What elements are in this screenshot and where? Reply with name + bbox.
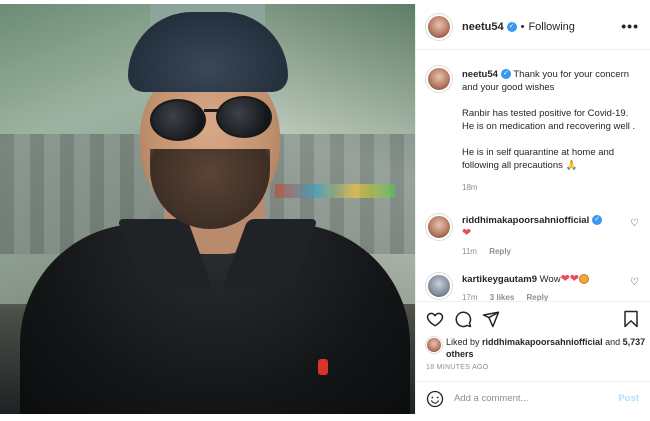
photo-sunglasses-bridge xyxy=(204,109,218,112)
comment-likes[interactable]: 3 likes xyxy=(490,293,514,301)
heart-icon[interactable] xyxy=(426,310,444,328)
author-username[interactable]: neetu54 xyxy=(462,21,504,33)
share-icon[interactable] xyxy=(482,310,500,328)
commenter-username[interactable]: riddhimakapoorsahniofficial xyxy=(462,215,589,226)
photo-sunglasses-left xyxy=(150,99,206,141)
photo-cap xyxy=(128,12,288,92)
author-avatar[interactable] xyxy=(426,13,452,40)
comment-text: Wow xyxy=(539,274,561,285)
comment-text: ❤ xyxy=(462,227,472,239)
post-timestamp[interactable]: 18 MINUTES AGO xyxy=(426,364,489,371)
folded-hands-emoji-icon: 🙏 xyxy=(565,160,578,171)
caption-line-3: He is in self quarantine at home and fol… xyxy=(462,147,615,171)
commenter-username[interactable]: kartikeygautam9 xyxy=(462,274,537,285)
caption-author[interactable]: neetu54 xyxy=(462,69,498,80)
comment-like-heart-icon[interactable]: ♡ xyxy=(630,218,639,229)
red-heart-icon: ❤ xyxy=(560,273,570,285)
post-header: neetu54 ✓ • Following ••• xyxy=(416,4,650,50)
commenter-avatar[interactable] xyxy=(426,273,452,299)
caption-line-2: Ranbir has tested positive for Covid-19.… xyxy=(462,108,636,132)
comment-input[interactable]: Add a comment... xyxy=(454,393,528,404)
smiley-face-icon xyxy=(579,274,590,285)
post-actions xyxy=(416,301,650,337)
verified-icon: ✓ xyxy=(500,69,511,80)
photo-shirt-logo xyxy=(318,359,328,375)
post-comment-button[interactable]: Post xyxy=(618,393,639,404)
comment-like-heart-icon[interactable]: ♡ xyxy=(630,277,639,288)
comment-icon[interactable] xyxy=(454,310,472,328)
comment-time: 11m xyxy=(462,247,477,256)
comments-list[interactable]: neetu54 ✓ Thank you for your concern and … xyxy=(416,51,650,301)
liker-avatar[interactable] xyxy=(426,337,442,353)
comment-body: riddhimakapoorsahniofficial ✓ ❤ 11m Reply xyxy=(462,214,612,258)
photo-color-strip xyxy=(275,184,395,198)
likes-prefix: Liked by xyxy=(446,337,480,347)
following-button[interactable]: Following xyxy=(528,21,574,33)
liker-username[interactable]: riddhimakapoorsahniofficial xyxy=(482,337,603,347)
verified-icon: ✓ xyxy=(506,21,517,32)
bookmark-icon[interactable] xyxy=(622,310,640,328)
add-comment-bar: Add a comment... Post xyxy=(416,381,650,414)
commenter-avatar[interactable] xyxy=(426,214,452,240)
verified-icon: ✓ xyxy=(592,215,603,226)
likes-conj: and xyxy=(605,337,621,347)
post-side-panel: neetu54 ✓ • Following ••• neetu54 ✓ Thank… xyxy=(415,4,650,414)
comment-meta: 11m Reply xyxy=(462,245,612,258)
caption-author-avatar[interactable] xyxy=(426,66,452,92)
caption-body: neetu54 ✓ Thank you for your concern and … xyxy=(462,68,642,194)
instagram-post-frame: neetu54 ✓ • Following ••• neetu54 ✓ Thank… xyxy=(0,0,650,421)
reply-button[interactable]: Reply xyxy=(489,247,511,256)
comment-time: 17m xyxy=(462,293,478,301)
comment-meta: 17m 3 likes Reply xyxy=(462,291,612,301)
photo-sunglasses-right xyxy=(216,96,272,138)
header-separator: • xyxy=(520,20,525,33)
post-photo[interactable] xyxy=(0,4,415,414)
emoji-icon[interactable] xyxy=(426,390,444,408)
red-heart-icon: ❤ xyxy=(569,273,580,285)
reply-button[interactable]: Reply xyxy=(527,293,549,301)
caption-time: 18m xyxy=(462,183,478,192)
likes-text: Liked by riddhimakapoorsahniofficial and… xyxy=(446,336,646,360)
more-icon[interactable]: ••• xyxy=(621,18,639,34)
comment-body: kartikeygautam9 Wow❤❤ 17m 3 likes Reply xyxy=(462,273,612,301)
